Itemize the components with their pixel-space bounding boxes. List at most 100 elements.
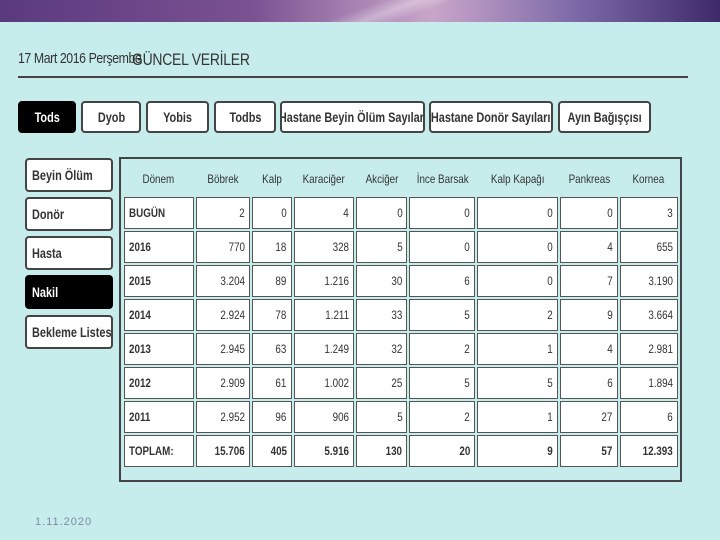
row-label-cell: BUGÜN [124, 197, 194, 229]
tab-label: Hastane Donör Sayıları [431, 109, 551, 125]
table-cell: 2.981 [619, 333, 678, 365]
table-cell: 3.190 [619, 265, 678, 297]
table-cell: 9 [560, 299, 618, 331]
table-cell: 5 [355, 231, 408, 263]
row-label-cell: 2016 [124, 231, 194, 263]
row-label-cell: 2013 [124, 333, 194, 365]
table-cell: 57 [560, 435, 618, 467]
transplant-table: Dönem Böbrek Kalp Karaciğer Akciğer İnce… [122, 160, 680, 469]
current-date: 17 Mart 2016 Perşembe [18, 50, 142, 67]
table-cell: 0 [477, 265, 559, 297]
sidebar-item-label: Donör [32, 206, 65, 222]
row-label-cell: 2012 [124, 367, 194, 399]
table-cell: 0 [477, 231, 559, 263]
column-header-bobrek: Böbrek [207, 171, 239, 186]
table-row: 2015 3.204 89 1.216 30 6 0 7 3.190 [124, 265, 678, 297]
table-row: BUGÜN 2 0 4 0 0 0 0 3 [124, 197, 678, 229]
tab-dyob[interactable]: Dyob [81, 101, 141, 133]
table-cell: 0 [409, 231, 476, 263]
tab-label: Hastane Beyin Ölüm Sayıları [280, 109, 425, 125]
transplant-table-frame: Dönem Böbrek Kalp Karaciğer Akciğer İnce… [119, 157, 682, 482]
table-cell: 0 [560, 197, 618, 229]
sidebar-item-bekleme-listesi[interactable]: Bekleme Listesi [25, 315, 113, 349]
table-row: 2013 2.945 63 1.249 32 2 1 4 2.981 [124, 333, 678, 365]
column-header-kalp-kapagi: Kalp Kapağı [490, 171, 545, 186]
table-cell: 0 [252, 197, 292, 229]
table-cell: 770 [195, 231, 251, 263]
page-title: GÜNCEL VERİLER [132, 50, 250, 69]
tab-label: Dyob [97, 109, 125, 125]
tab-label: Todbs [229, 109, 261, 125]
table-cell: 1 [477, 333, 559, 365]
table-cell: 0 [409, 197, 476, 229]
table-cell: 96 [252, 401, 292, 433]
row-label-cell: 2011 [124, 401, 194, 433]
table-cell: 906 [293, 401, 354, 433]
table-header-row: Dönem Böbrek Kalp Karaciğer Akciğer İnce… [124, 162, 678, 195]
tab-label: Yobis [163, 109, 192, 125]
table-cell: 0 [477, 197, 559, 229]
table-cell: 9 [477, 435, 559, 467]
table-body: BUGÜN 2 0 4 0 0 0 0 3 2016 770 18 328 5 0 0 4 655 2015 3.20… [124, 197, 678, 467]
table-cell: 5 [477, 367, 559, 399]
column-header-donem: Dönem [142, 171, 175, 186]
table-cell: 5.916 [293, 435, 354, 467]
column-header-karaciger: Karaciğer [302, 171, 345, 186]
top-banner [0, 0, 720, 22]
table-cell: 2.924 [195, 299, 251, 331]
sidebar-item-beyin-olum[interactable]: Beyin Ölüm [25, 158, 113, 192]
table-cell: 78 [252, 299, 292, 331]
table-cell: 3.664 [619, 299, 678, 331]
column-header-ince-barsak: İnce Barsak [416, 171, 469, 186]
tab-hastane-beyin-olum-sayilari[interactable]: Hastane Beyin Ölüm Sayıları [280, 101, 425, 133]
sidebar-item-hasta[interactable]: Hasta [25, 236, 113, 270]
tab-todbs[interactable]: Todbs [214, 101, 276, 133]
table-cell: 4 [560, 231, 618, 263]
tab-yobis[interactable]: Yobis [146, 101, 209, 133]
sidebar-item-nakil[interactable]: Nakil [25, 275, 113, 309]
banner-sheen [330, 0, 450, 22]
table-cell: 1.216 [293, 265, 354, 297]
table-cell: 63 [252, 333, 292, 365]
table-cell: 5 [409, 367, 476, 399]
footer-date: 1.11.2020 [35, 516, 93, 528]
tab-tods[interactable]: Tods [18, 101, 76, 133]
tab-ayin-bagiscisi[interactable]: Ayın Bağışçısı [558, 101, 651, 133]
table-cell: 4 [293, 197, 354, 229]
table-cell: 33 [355, 299, 408, 331]
tab-label: Tods [34, 109, 60, 125]
table-cell: 6 [560, 367, 618, 399]
table-cell: 655 [619, 231, 678, 263]
table-cell: 3.204 [195, 265, 251, 297]
table-row: 2011 2.952 96 906 5 2 1 27 6 [124, 401, 678, 433]
sidebar-item-label: Beyin Ölüm [32, 167, 93, 183]
header-divider [18, 76, 688, 78]
table-row: 2016 770 18 328 5 0 0 4 655 [124, 231, 678, 263]
table-cell: 12.393 [619, 435, 678, 467]
table-cell: 30 [355, 265, 408, 297]
row-label-cell: TOPLAM: [124, 435, 194, 467]
table-cell: 0 [355, 197, 408, 229]
table-cell: 1.894 [619, 367, 678, 399]
table-cell: 2 [195, 197, 251, 229]
tab-hastane-donor-sayilari[interactable]: Hastane Donör Sayıları [429, 101, 553, 133]
table-cell: 32 [355, 333, 408, 365]
table-cell: 6 [409, 265, 476, 297]
sidebar-item-label: Bekleme Listesi [32, 324, 113, 340]
table-cell: 1.002 [293, 367, 354, 399]
sidebar-item-donor[interactable]: Donör [25, 197, 113, 231]
table-cell: 2.945 [195, 333, 251, 365]
column-header-pankreas: Pankreas [568, 171, 610, 186]
table-cell: 2 [409, 333, 476, 365]
column-header-akciger: Akciğer [365, 171, 399, 186]
tab-label: Ayın Bağışçısı [567, 109, 642, 125]
table-cell: 328 [293, 231, 354, 263]
table-row: 2014 2.924 78 1.211 33 5 2 9 3.664 [124, 299, 678, 331]
table-cell: 20 [409, 435, 476, 467]
sidebar-item-label: Nakil [32, 284, 59, 300]
table-cell: 25 [355, 367, 408, 399]
table-cell: 7 [560, 265, 618, 297]
table-cell: 2.909 [195, 367, 251, 399]
column-header-kornea: Kornea [632, 171, 665, 186]
table-cell: 5 [355, 401, 408, 433]
